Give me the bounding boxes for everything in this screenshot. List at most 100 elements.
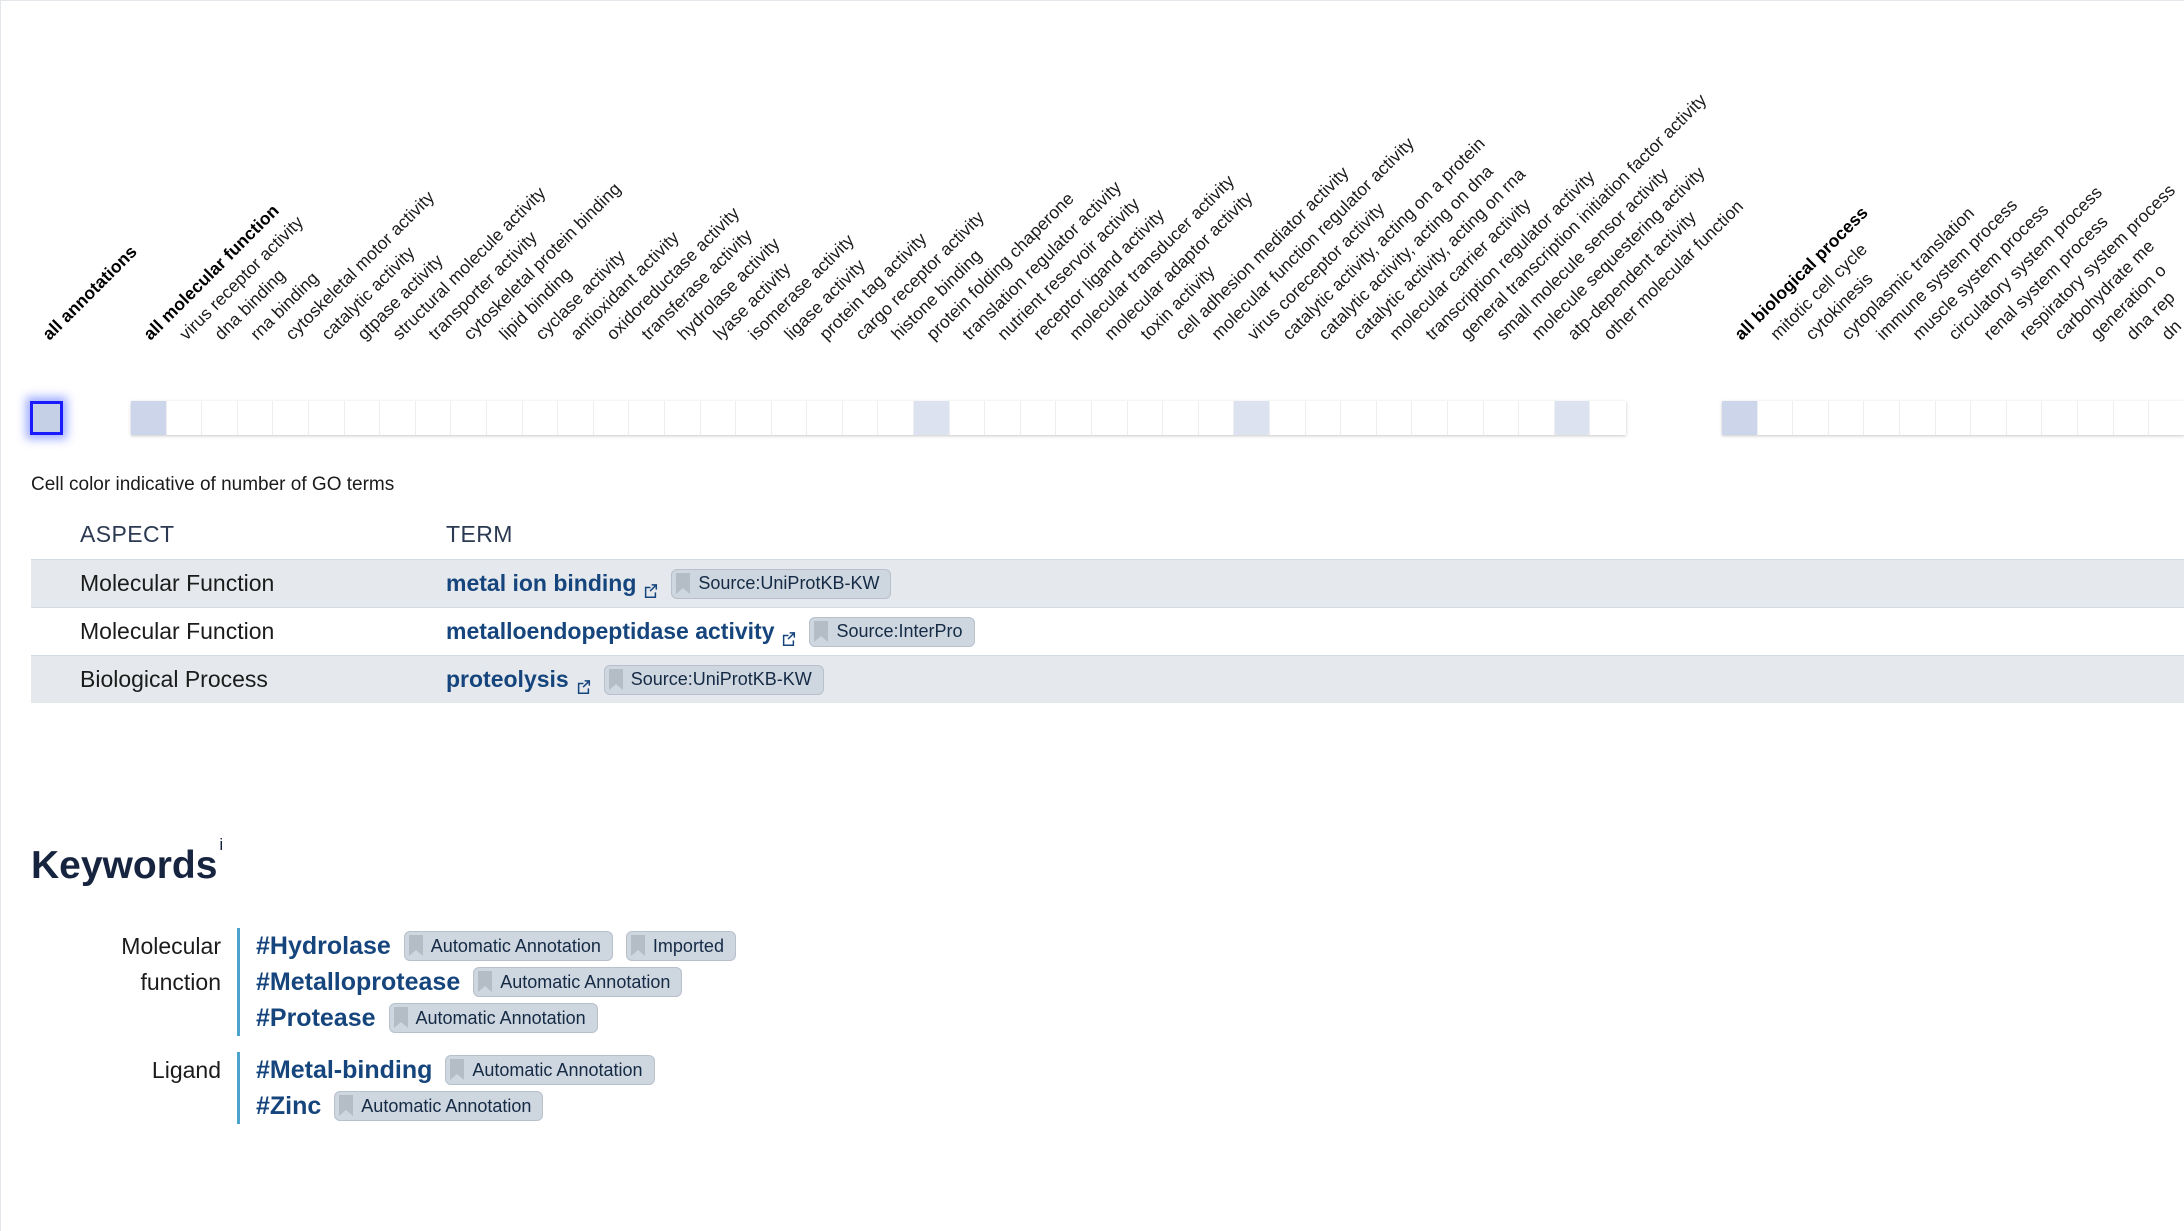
keyword-category-label: Ligand [31, 1052, 237, 1124]
heatmap-cell[interactable] [1092, 401, 1128, 435]
keyword-link[interactable]: #Protease [256, 1004, 376, 1033]
heatmap-cell[interactable] [1757, 401, 1794, 435]
source-badge[interactable]: Imported [625, 931, 736, 961]
source-badge[interactable]: Source:UniProtKB-KW [671, 568, 892, 599]
heatmap-column-label[interactable]: general transcription initiation factor … [1456, 89, 1710, 343]
heatmap-cell[interactable] [1234, 401, 1270, 435]
heatmap-cell[interactable] [1971, 401, 2007, 435]
source-badge[interactable]: Automatic Annotation [334, 1091, 544, 1121]
heatmap-cell[interactable] [1722, 401, 1758, 435]
source-badge[interactable]: Source:InterPro [809, 616, 975, 647]
heatmap-cell[interactable] [273, 401, 309, 435]
heatmap-cell[interactable] [1899, 401, 1936, 435]
heatmap-cell[interactable] [664, 401, 701, 435]
source-badge[interactable]: Source:UniProtKB-KW [603, 664, 824, 695]
heatmap-cell[interactable] [736, 401, 772, 435]
keyword-link[interactable]: #Metalloprotease [256, 968, 460, 997]
heatmap-cell[interactable] [949, 401, 986, 435]
heatmap-cell[interactable] [1198, 401, 1235, 435]
heatmap-cell[interactable] [1554, 401, 1591, 435]
heatmap-cell[interactable] [878, 401, 915, 435]
heatmap-cell[interactable] [1483, 401, 1520, 435]
go-term-link[interactable]: metal ion binding [446, 570, 658, 598]
heatmap-cell[interactable] [1447, 401, 1484, 435]
badge-label: Automatic Annotation [415, 1007, 586, 1028]
keyword-row: #Hydrolase Automatic Annotation Imported [256, 928, 736, 964]
heatmap-cell[interactable] [1127, 401, 1164, 435]
heatmap-cell[interactable] [1020, 401, 1057, 435]
source-badge[interactable]: Automatic Annotation [445, 1055, 655, 1085]
heatmap-cell[interactable] [486, 401, 523, 435]
go-term-label: proteolysis [446, 666, 569, 692]
heatmap-cell[interactable] [842, 401, 879, 435]
heatmap-cell[interactable] [2006, 401, 2043, 435]
cell-aspect: Molecular Function [80, 570, 275, 596]
heatmap-cell[interactable] [914, 401, 950, 435]
heatmap-cell[interactable] [237, 401, 274, 435]
heatmap-cell[interactable] [1056, 401, 1093, 435]
heatmap-cell-all-annotations[interactable] [30, 401, 63, 435]
bookmark-icon [630, 935, 646, 957]
heatmap-cell[interactable] [985, 401, 1021, 435]
keyword-link[interactable]: #Metal-binding [256, 1056, 432, 1085]
go-term-link[interactable]: metalloendopeptidase activity [446, 618, 796, 646]
source-badge[interactable]: Automatic Annotation [403, 931, 613, 961]
table-header-row: ASPECT TERM [31, 509, 2184, 559]
cell-term: metal ion binding Source:UniProtKB-KW [446, 568, 2184, 599]
heatmap-cell[interactable] [380, 401, 416, 435]
heatmap-column-label[interactable]: all annotations [38, 241, 141, 344]
keyword-link[interactable]: #Hydrolase [256, 932, 391, 961]
go-term-link[interactable]: proteolysis [446, 666, 591, 694]
heatmap-cell[interactable] [1519, 401, 1555, 435]
heatmap-cell[interactable] [629, 401, 665, 435]
heatmap-cell[interactable] [1935, 401, 1972, 435]
heatmap-cell[interactable] [2042, 401, 2078, 435]
bookmark-icon [408, 935, 424, 957]
source-badge[interactable]: Automatic Annotation [388, 1003, 598, 1033]
heatmap-cell[interactable] [807, 401, 843, 435]
heatmap-cell[interactable] [1412, 401, 1448, 435]
heatmap-cell[interactable] [1793, 401, 1829, 435]
heatmap-cell[interactable] [1163, 401, 1199, 435]
heatmap-cell[interactable] [131, 401, 167, 435]
heatmap-cell[interactable] [344, 401, 381, 435]
keywords-section: Keywords i Molecular function #Hydrolase Aut… [31, 836, 2131, 1124]
heatmap-cell[interactable] [2149, 401, 2184, 435]
keyword-group: Molecular function #Hydrolase Automatic Ann… [31, 928, 2131, 1036]
heatmap-group-biological-process [1722, 401, 2184, 435]
heatmap-cell[interactable] [700, 401, 737, 435]
heatmap-cell[interactable] [1828, 401, 1865, 435]
heatmap-column-label[interactable]: dn [2157, 315, 2184, 343]
heatmap-cell[interactable] [771, 401, 808, 435]
badge-label: Automatic Annotation [472, 1059, 643, 1080]
heatmap-cell[interactable] [1305, 401, 1342, 435]
keywords-heading: Keywords i [31, 836, 2131, 887]
heatmap-cell[interactable] [1270, 401, 1306, 435]
heatmap-cell[interactable] [451, 401, 487, 435]
source-badge[interactable]: Automatic Annotation [473, 967, 683, 997]
keyword-item-list: #Hydrolase Automatic Annotation Imported #M… [237, 928, 736, 1036]
heatmap-cell[interactable] [522, 401, 559, 435]
keyword-link[interactable]: #Zinc [256, 1092, 321, 1121]
cell-aspect: Biological Process [80, 666, 268, 692]
keyword-category-line: Molecular [121, 933, 221, 959]
badge-label: Automatic Annotation [361, 1095, 532, 1116]
heatmap-cell[interactable] [1341, 401, 1377, 435]
heatmap-cell[interactable] [415, 401, 452, 435]
heatmap-cell[interactable] [308, 401, 345, 435]
keywords-heading-text: Keywords [31, 844, 218, 887]
heatmap-cell[interactable] [1590, 401, 1626, 435]
heatmap-cell[interactable] [1864, 401, 1900, 435]
heatmap-cell[interactable] [2077, 401, 2114, 435]
table-row: Biological Process proteolysis Source:UniP… [31, 655, 2184, 703]
keyword-group: Ligand #Metal-binding Automatic Annotation… [31, 1052, 2131, 1124]
heatmap-cell[interactable] [593, 401, 630, 435]
heatmap-cell[interactable] [202, 401, 238, 435]
heatmap-cell[interactable] [558, 401, 594, 435]
heatmap-cell[interactable] [1376, 401, 1413, 435]
table-row: Molecular Function metal ion binding Sourc… [31, 559, 2184, 607]
keywords-info-icon[interactable]: i [219, 835, 223, 854]
heatmap-cell[interactable] [166, 401, 203, 435]
external-link-icon [576, 673, 591, 694]
heatmap-cell[interactable] [2113, 401, 2150, 435]
